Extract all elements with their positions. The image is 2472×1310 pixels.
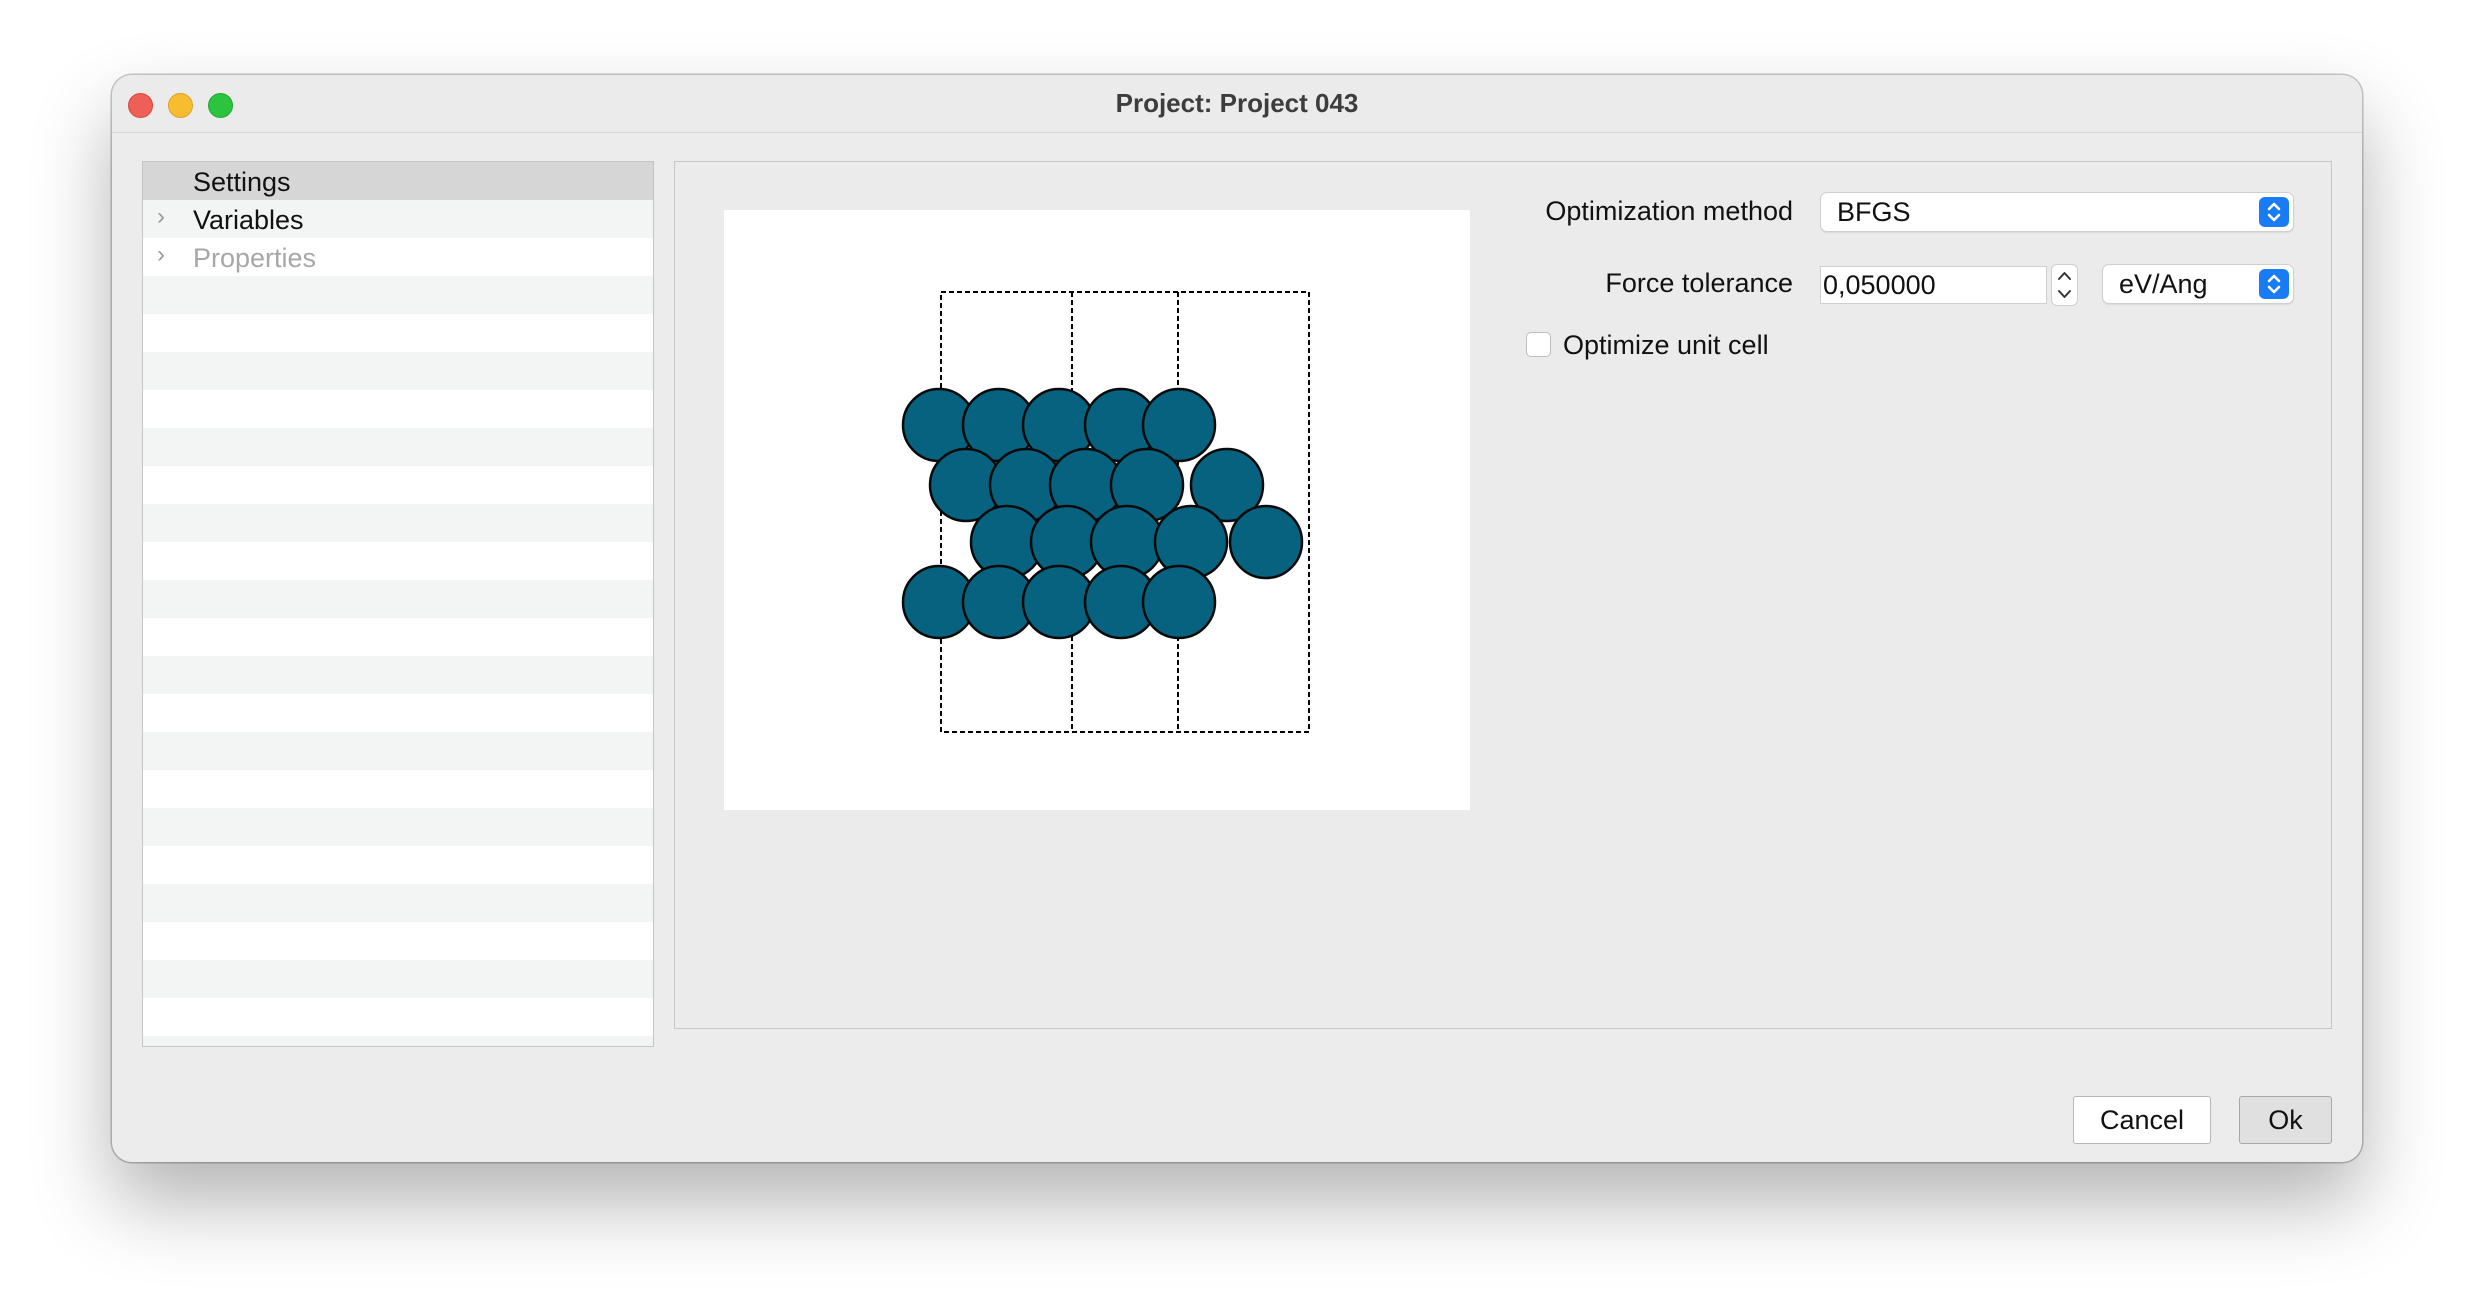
tree-item-variables[interactable]: › Variables	[143, 200, 653, 238]
force-unit-value: eV/Ang	[2119, 269, 2208, 299]
optimization-method-select[interactable]: BFGS	[1820, 192, 2294, 232]
force-tolerance-input[interactable]: 0,050000	[1820, 266, 2047, 304]
optimize-unit-cell-label[interactable]: Optimize unit cell	[1563, 330, 1769, 361]
optimization-method-label: Optimization method	[1545, 196, 1793, 226]
force-unit-select[interactable]: eV/Ang	[2102, 264, 2294, 304]
select-arrows-icon	[2259, 269, 2289, 299]
optimize-unit-cell-checkbox[interactable]	[1526, 332, 1551, 357]
chevron-right-icon[interactable]: ›	[157, 241, 165, 269]
optimization-method-value: BFGS	[1837, 197, 1911, 227]
stepper-arrows-icon	[2058, 272, 2071, 298]
chevron-right-icon[interactable]: ›	[157, 203, 165, 231]
title-bar: Project: Project 043	[112, 75, 2362, 133]
tree-item-settings[interactable]: Settings	[143, 162, 653, 200]
settings-tree: Settings › Variables › Properties	[142, 161, 654, 1047]
force-tolerance-label: Force tolerance	[1605, 268, 1793, 298]
select-arrows-icon	[2259, 197, 2289, 227]
tree-item-properties[interactable]: › Properties	[143, 238, 653, 276]
tree-item-label: Variables	[193, 205, 304, 235]
ok-button[interactable]: Ok	[2239, 1096, 2332, 1144]
tree-item-label: Properties	[193, 243, 317, 273]
cancel-button[interactable]: Cancel	[2073, 1096, 2211, 1144]
settings-panel: Optimization method BFGS Force tolerance…	[674, 161, 2332, 1029]
force-tolerance-stepper[interactable]	[2051, 264, 2078, 306]
project-dialog: Project: Project 043 Settings › Variable…	[112, 75, 2362, 1162]
atoms	[901, 387, 1304, 640]
atom-structure-image	[901, 291, 1310, 733]
window-title: Project: Project 043	[1115, 88, 1359, 118]
tree-item-label: Settings	[193, 167, 291, 197]
force-tolerance-value: 0,050000	[1823, 270, 1936, 300]
structure-preview	[724, 210, 1470, 810]
